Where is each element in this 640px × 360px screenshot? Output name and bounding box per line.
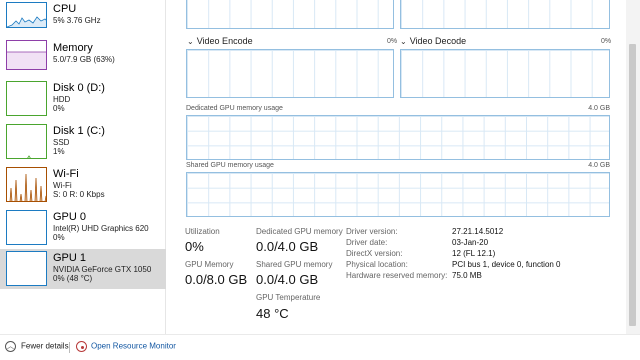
shared-memory-value: 0.0/4.0 GB <box>256 272 319 287</box>
video-decode-graph <box>400 49 610 98</box>
driver-version-value: 27.21.14.5012 <box>452 227 504 236</box>
chevron-down-icon: ⌄ <box>187 37 194 46</box>
resource-monitor-icon <box>76 341 87 352</box>
dedicated-memory-value: 0.0/4.0 GB <box>256 239 319 254</box>
hardware-reserved-memory-key: Hardware reserved memory: <box>346 271 448 280</box>
sidebar-item-wifi-title: Wi-Fi <box>53 168 79 180</box>
vertical-scrollbar[interactable] <box>626 0 640 334</box>
video-decode-selector[interactable]: ⌄ Video Decode <box>400 36 466 46</box>
gpu-1-thumbnail-graph <box>6 251 47 286</box>
gpu-0-thumbnail-graph <box>6 210 47 245</box>
sidebar-item-disk-1[interactable]: Disk 1 (C:) SSD 1% <box>0 122 166 162</box>
cpu-thumbnail-graph <box>6 2 47 28</box>
video-encode-percent: 0% <box>387 38 398 45</box>
shared-memory-label: Shared GPU memory <box>256 260 333 269</box>
sidebar-item-cpu[interactable]: CPU 5% 3.76 GHz <box>0 0 166 40</box>
shared-memory-graph-label: Shared GPU memory usage <box>186 162 274 169</box>
sidebar-item-memory-title: Memory <box>53 42 93 54</box>
hardware-reserved-memory-value: 75.0 MB <box>452 271 482 280</box>
gpu-memory-value: 0.0/8.0 GB <box>185 272 248 287</box>
sidebar-item-gpu-1-usage: 0% (48 °C) <box>53 274 93 283</box>
sidebar-item-gpu-1-title: GPU 1 <box>53 252 87 264</box>
gpu-memory-label: GPU Memory <box>185 260 234 269</box>
sidebar-item-wifi-throughput: S: 0 R: 0 Kbps <box>53 190 105 199</box>
dedicated-memory-graph-label: Dedicated GPU memory usage <box>186 105 283 112</box>
sidebar-item-gpu-0-usage: 0% <box>53 233 65 242</box>
wifi-thumbnail-graph <box>6 167 47 202</box>
gpu-temperature-value: 48 °C <box>256 306 289 321</box>
directx-version-key: DirectX version: <box>346 249 403 258</box>
video-decode-percent: 0% <box>601 38 612 45</box>
dedicated-memory-label: Dedicated GPU memory <box>256 227 343 236</box>
sidebar-item-cpu-title: CPU <box>53 3 77 15</box>
open-resource-monitor-label: Open Resource Monitor <box>91 341 176 351</box>
footer-bar: ︿ Fewer details Open Resource Monitor <box>0 334 640 360</box>
driver-version-key: Driver version: <box>346 227 398 236</box>
engine-graph-top-right <box>400 0 610 29</box>
utilization-label: Utilization <box>185 227 220 236</box>
performance-sidebar: CPU 5% 3.76 GHz Memory 5.0/7.9 GB (63%) … <box>0 0 166 334</box>
disk-1-thumbnail-graph <box>6 124 47 159</box>
dedicated-memory-graph <box>186 115 610 160</box>
sidebar-item-memory[interactable]: Memory 5.0/7.9 GB (63%) <box>0 38 166 78</box>
engine-graph-top-left <box>186 0 394 29</box>
sidebar-item-disk-1-usage: 1% <box>53 147 65 156</box>
sidebar-item-gpu-1[interactable]: GPU 1 NVIDIA GeForce GTX 1050 0% (48 °C) <box>0 249 166 289</box>
physical-location-key: Physical location: <box>346 260 408 269</box>
shared-memory-graph-max: 4.0 GB <box>588 162 610 169</box>
sidebar-item-gpu-0-model: Intel(R) UHD Graphics 620 <box>53 224 149 233</box>
open-resource-monitor-link[interactable]: Open Resource Monitor <box>76 341 176 352</box>
memory-thumbnail-graph <box>6 40 47 70</box>
chevron-down-icon: ⌄ <box>400 37 407 46</box>
chevron-up-icon: ︿ <box>5 341 16 352</box>
sidebar-item-disk-0[interactable]: Disk 0 (D:) HDD 0% <box>0 79 166 119</box>
video-decode-label: Video Decode <box>409 36 467 46</box>
gpu-temperature-label: GPU Temperature <box>256 293 321 302</box>
directx-version-value: 12 (FL 12.1) <box>452 249 496 258</box>
sidebar-item-disk-1-title: Disk 1 (C:) <box>53 125 105 137</box>
utilization-value: 0% <box>185 239 204 254</box>
video-encode-graph <box>186 49 394 98</box>
driver-date-value: 03-Jan-20 <box>452 238 489 247</box>
dedicated-memory-graph-max: 4.0 GB <box>588 105 610 112</box>
fewer-details-label: Fewer details <box>21 341 69 351</box>
sidebar-item-memory-usage: 5.0/7.9 GB (63%) <box>53 55 115 64</box>
sidebar-item-disk-0-usage: 0% <box>53 104 65 113</box>
video-encode-label: Video Encode <box>196 36 253 46</box>
scrollbar-thumb[interactable] <box>629 44 636 326</box>
footer-divider <box>69 342 70 353</box>
sidebar-item-gpu-0[interactable]: GPU 0 Intel(R) UHD Graphics 620 0% <box>0 208 166 248</box>
physical-location-value: PCI bus 1, device 0, function 0 <box>452 260 561 269</box>
fewer-details-button[interactable]: ︿ Fewer details <box>5 341 69 352</box>
sidebar-item-cpu-usage: 5% 3.76 GHz <box>53 16 101 25</box>
disk-0-thumbnail-graph <box>6 81 47 116</box>
sidebar-item-gpu-0-title: GPU 0 <box>53 211 87 223</box>
sidebar-item-wifi[interactable]: Wi-Fi Wi-Fi S: 0 R: 0 Kbps <box>0 165 166 205</box>
video-encode-selector[interactable]: ⌄ Video Encode <box>187 36 253 46</box>
shared-memory-graph <box>186 172 610 217</box>
sidebar-item-disk-0-title: Disk 0 (D:) <box>53 82 105 94</box>
driver-date-key: Driver date: <box>346 238 388 247</box>
